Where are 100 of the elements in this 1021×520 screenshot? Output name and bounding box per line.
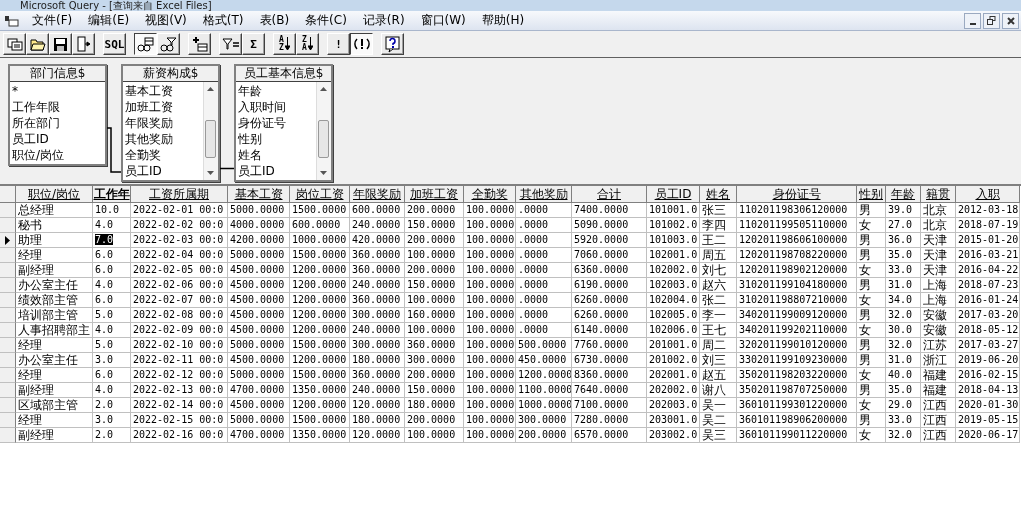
- table-cell: 310201198807210000: [739, 294, 848, 305]
- field-item[interactable]: 年限奖励: [125, 115, 201, 131]
- row-selector[interactable]: [0, 233, 16, 248]
- sort-button[interactable]: Z A: [296, 33, 319, 55]
- column-header[interactable]: 身份证号: [737, 186, 857, 203]
- auto-query-button[interactable]: [350, 33, 373, 55]
- column-header[interactable]: 年限奖励: [350, 186, 405, 203]
- new-query-button[interactable]: [3, 33, 26, 55]
- table-cell: 100.0000: [407, 294, 456, 305]
- table-cell: 180.0000: [352, 414, 401, 425]
- column-header[interactable]: 基本工资: [228, 186, 290, 203]
- column-header[interactable]: 工资所属期: [131, 186, 228, 203]
- toolbar-button[interactable]: SQL: [103, 33, 126, 55]
- column-header[interactable]: 入职: [956, 186, 1020, 203]
- column-header[interactable]: 职位/岗位: [16, 186, 93, 203]
- field-item[interactable]: *: [12, 83, 103, 99]
- column-header[interactable]: 员工ID: [647, 186, 700, 203]
- table-cell: 240.0000: [352, 219, 401, 230]
- table-cell: 4500.0000: [230, 279, 285, 290]
- show-tables-button[interactable]: [134, 33, 157, 55]
- scroll-thumb[interactable]: [205, 120, 216, 158]
- table-cell: 31.0: [888, 279, 913, 290]
- column-header[interactable]: 籍贯: [921, 186, 956, 203]
- column-header[interactable]: 性别: [857, 186, 886, 203]
- table-cell: 202003.0: [649, 399, 698, 410]
- field-item[interactable]: 入职时间: [238, 99, 314, 115]
- scroll-thumb[interactable]: [318, 120, 329, 158]
- menu-item[interactable]: 表(B): [251, 12, 298, 29]
- field-item[interactable]: 员工ID: [125, 163, 201, 179]
- field-item[interactable]: 所在部门: [12, 115, 103, 131]
- sort-button[interactable]: A Z: [273, 33, 296, 55]
- table-cell: 2016-04-22: [958, 264, 1019, 275]
- column-header[interactable]: 合计: [572, 186, 647, 203]
- field-item[interactable]: 姓名: [238, 147, 314, 163]
- column-header[interactable]: 姓名: [700, 186, 737, 203]
- menu-item[interactable]: 条件(C): [297, 12, 355, 29]
- menu-item[interactable]: 编辑(E): [80, 12, 138, 29]
- table-cell: 100.0000: [466, 279, 515, 290]
- table-cell: 32.0: [888, 309, 913, 320]
- menu-item[interactable]: 帮助(H): [473, 12, 533, 29]
- field-item[interactable]: 员工ID: [12, 131, 103, 147]
- restore-button[interactable]: [983, 12, 1000, 29]
- menu-item[interactable]: 文件(F): [24, 12, 81, 29]
- field-item[interactable]: 职位/岗位: [12, 147, 103, 163]
- close-button[interactable]: [1002, 12, 1019, 29]
- criteria-equals-button[interactable]: [219, 33, 242, 55]
- add-tables-button[interactable]: [188, 33, 211, 55]
- field-item[interactable]: 身份证号: [238, 115, 314, 131]
- table-cell: 2022-02-09 00:0: [133, 324, 224, 335]
- open-button[interactable]: [26, 33, 49, 55]
- table-cell: 女: [859, 428, 871, 442]
- table-cell: 40.0: [888, 369, 913, 380]
- table-cell: 王七: [702, 323, 726, 337]
- field-item[interactable]: 工作年限: [12, 99, 103, 115]
- table-cell: 办公室主任: [18, 278, 78, 292]
- field-item[interactable]: 年龄: [238, 83, 314, 99]
- menu-item[interactable]: 视图(V): [137, 12, 195, 29]
- menu-item[interactable]: 格式(T): [194, 12, 252, 29]
- field-item[interactable]: 加班工资: [125, 99, 201, 115]
- column-header[interactable]: 工作年: [93, 186, 131, 203]
- column-header[interactable]: 其他奖励: [516, 186, 572, 203]
- table-cell: 10.0: [95, 204, 120, 215]
- table-cell: 女: [859, 218, 871, 232]
- field-item[interactable]: 员工ID: [238, 163, 314, 179]
- return-button[interactable]: [72, 33, 95, 55]
- table-cell: 340201199202110000: [739, 324, 848, 335]
- table-cell: 2022-02-14 00:0: [133, 399, 224, 410]
- scroll-up-icon: [320, 87, 327, 91]
- column-header[interactable]: 全勤奖: [464, 186, 516, 203]
- table-cell: 2016-01-24: [958, 294, 1019, 305]
- toolbar-button[interactable]: Σ: [242, 33, 265, 55]
- table-cell: 110201198306120000: [739, 204, 848, 215]
- menu-item[interactable]: 记录(R): [354, 12, 413, 29]
- column-header[interactable]: 岗位工资: [290, 186, 350, 203]
- scrollbar[interactable]: [203, 82, 218, 180]
- table-cell: 120201198606100000: [739, 234, 848, 245]
- table-cell: 男: [859, 383, 871, 397]
- field-item[interactable]: 其他奖励: [125, 131, 201, 147]
- field-item[interactable]: 全勤奖: [125, 147, 201, 163]
- table-cell: 360.0000: [352, 369, 401, 380]
- scrollbar[interactable]: [316, 82, 331, 180]
- minimize-button[interactable]: [964, 12, 981, 29]
- table-cell: 100.0000: [466, 354, 515, 365]
- column-header[interactable]: 年龄: [886, 186, 921, 203]
- toolbar-button[interactable]: !: [327, 33, 350, 55]
- table-cell: 2020-06-17: [958, 429, 1019, 440]
- table-cell: 2015-01-20: [958, 234, 1019, 245]
- table-cell: 1500.0000: [292, 369, 347, 380]
- help-button[interactable]: [381, 33, 404, 55]
- save-button[interactable]: [49, 33, 72, 55]
- table-cell: 1000.0000: [518, 399, 571, 410]
- table-cell: 600.0000: [292, 219, 341, 230]
- table-cell: 240.0000: [352, 324, 401, 335]
- menu-item[interactable]: 窗口(W): [412, 12, 474, 29]
- table-cell: 男: [859, 248, 871, 262]
- field-item[interactable]: 性别: [238, 131, 314, 147]
- table-cell: 2022-02-12 00:0: [133, 369, 224, 380]
- column-header[interactable]: 加班工资: [405, 186, 464, 203]
- field-item[interactable]: 基本工资: [125, 83, 201, 99]
- show-criteria-button[interactable]: [157, 33, 180, 55]
